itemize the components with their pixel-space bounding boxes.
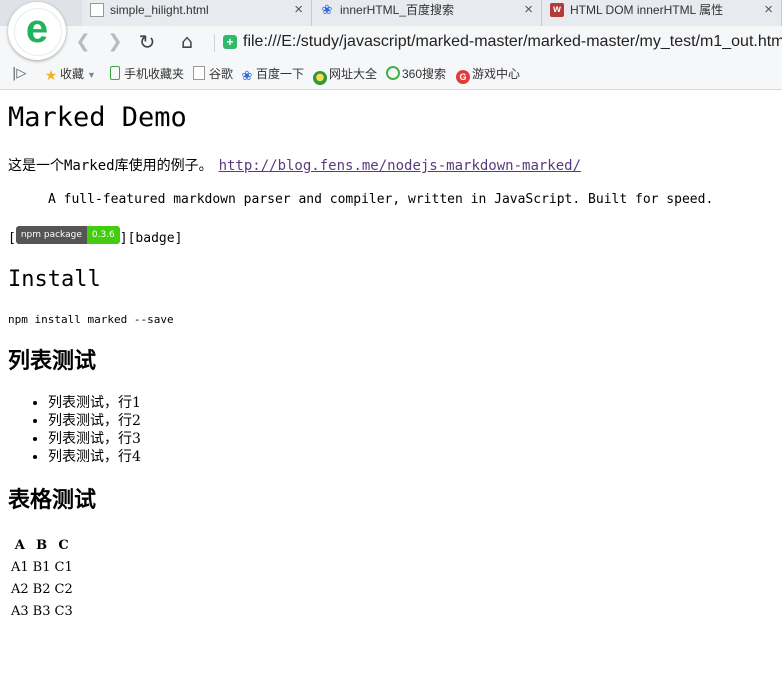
table-cell: C3 <box>54 604 73 619</box>
table-header-cell: C <box>58 538 69 553</box>
game-center-icon: G <box>456 70 470 84</box>
table-row: A2 B2 C2 <box>10 580 74 600</box>
list-item: 列表测试，行3 <box>48 430 141 448</box>
table-header-row: A B C <box>10 536 74 556</box>
bookmark-google[interactable]: 谷歌 <box>193 66 233 82</box>
tab-strip: simple_hilight.html × ❀ innerHTML_百度搜索 ×… <box>0 0 782 26</box>
star-icon: ★ <box>44 68 58 84</box>
close-icon[interactable]: × <box>524 0 533 20</box>
bookmark-game-center[interactable]: G 游戏中心 <box>456 66 521 84</box>
table-cell: C1 <box>54 560 73 575</box>
bookmark-label: 收藏 <box>60 67 85 81</box>
table-cell: A3 <box>11 604 29 619</box>
close-icon[interactable]: × <box>764 0 773 20</box>
bookmark-label: 360搜索 <box>402 67 447 81</box>
sidebar-toggle-icon[interactable]: |▷ <box>12 66 26 82</box>
tab-innerhtml-baidu[interactable]: ❀ innerHTML_百度搜索 × <box>312 0 542 26</box>
badge-version: 0.3.6 <box>86 226 120 244</box>
bookmark-mobile[interactable]: 手机收藏夹 <box>110 66 184 82</box>
bookmarks-bar: |▷ ★ 收藏 ▼ 手机收藏夹 谷歌 ❀ 百度一下 ● 网址大全 360搜索 G 游戏中心 <box>0 58 782 90</box>
back-button[interactable]: ❮ <box>72 31 94 53</box>
table-cell: C2 <box>54 582 73 597</box>
intro-text: 这是一个Marked库使用的例子。 <box>8 158 213 174</box>
bookmark-favorites[interactable]: ★ 收藏 ▼ <box>44 66 96 84</box>
home-button[interactable]: ⌂ <box>176 31 198 53</box>
bookmark-label: 手机收藏夹 <box>124 67 185 81</box>
table-cell: B3 <box>32 604 51 619</box>
table-heading: 表格测试 <box>8 487 97 513</box>
page-content: Marked Demo 这是一个Marked库使用的例子。 http://blog… <box>0 90 782 696</box>
bookmark-label: 百度一下 <box>256 67 305 81</box>
forward-button[interactable]: ❯ <box>104 31 126 53</box>
badge-ref-text: ][badge] <box>119 231 183 246</box>
close-icon[interactable]: × <box>294 0 303 20</box>
list-heading: 列表测试 <box>8 348 97 374</box>
bookmark-360[interactable]: 360搜索 <box>386 66 446 82</box>
bookmark-label: 游戏中心 <box>472 67 521 81</box>
chevron-down-icon: ▼ <box>87 70 96 80</box>
badge-label: npm package <box>15 226 87 244</box>
table-cell: B2 <box>32 582 51 597</box>
badge-bracket-open: [ <box>8 231 16 246</box>
page-title: Marked Demo <box>8 102 187 133</box>
bookmark-label: 谷歌 <box>209 67 234 81</box>
table-header-cell: B <box>36 538 48 553</box>
badge-line: [npm package 0.3.6][badge] <box>8 226 182 249</box>
npm-badge[interactable]: npm package 0.3.6 <box>15 226 120 244</box>
reload-button[interactable]: ↻ <box>136 31 158 53</box>
url-input[interactable]: file:///E:/study/javascript/marked-maste… <box>243 31 782 53</box>
test-table: A B C A1 B1 C1 A2 B2 C2 A3 B3 C3 <box>8 534 76 624</box>
address-bar: ❮ ❯ ↻ ⌂ + file:///E:/study/javascript/ma… <box>0 26 782 58</box>
table-cell: A1 <box>11 560 29 575</box>
table-cell: B1 <box>32 560 51 575</box>
table-row: A3 B3 C3 <box>10 602 74 622</box>
tab-html-dom-innerhtml[interactable]: w HTML DOM innerHTML 属性 × <box>542 0 782 26</box>
test-list: 列表测试，行1 列表测试，行2 列表测试，行3 列表测试，行4 <box>0 394 141 466</box>
tab-label: innerHTML_百度搜索 <box>340 3 455 17</box>
site-nav-icon: ● <box>313 71 327 85</box>
intro-link[interactable]: http://blog.fens.me/nodejs-markdown-mark… <box>219 158 581 174</box>
bookmark-label: 网址大全 <box>329 67 378 81</box>
table-row: A1 B1 C1 <box>10 558 74 578</box>
w3school-icon: w <box>550 3 564 17</box>
browser-logo[interactable]: e <box>8 2 66 60</box>
document-icon <box>193 66 205 80</box>
install-command: npm install marked --save <box>8 313 174 326</box>
baidu-paw-icon: ❀ <box>241 69 253 84</box>
bookmark-baidu[interactable]: ❀ 百度一下 <box>240 66 305 84</box>
list-item: 列表测试，行1 <box>48 394 141 412</box>
intro-paragraph: 这是一个Marked库使用的例子。 http://blog.fens.me/nod… <box>8 156 581 176</box>
bookmark-site-nav[interactable]: ● 网址大全 <box>313 66 378 85</box>
tab-label: HTML DOM innerHTML 属性 <box>570 3 724 17</box>
list-item: 列表测试，行2 <box>48 412 141 430</box>
mobile-icon <box>110 66 120 80</box>
shield-icon[interactable]: + <box>223 35 237 49</box>
table-cell: A2 <box>11 582 29 597</box>
baidu-paw-icon: ❀ <box>321 2 333 17</box>
logo-letter: e <box>25 7 49 51</box>
360-search-icon <box>386 66 400 80</box>
install-heading: Install <box>8 267 101 292</box>
address-separator <box>214 34 215 52</box>
table-header-cell: A <box>14 538 25 553</box>
tab-label: simple_hilight.html <box>110 3 209 17</box>
tab-simple-hilight[interactable]: simple_hilight.html × <box>82 0 312 26</box>
list-item: 列表测试，行4 <box>48 448 141 466</box>
blockquote: A full-featured markdown parser and comp… <box>48 192 714 207</box>
document-icon <box>90 3 104 17</box>
